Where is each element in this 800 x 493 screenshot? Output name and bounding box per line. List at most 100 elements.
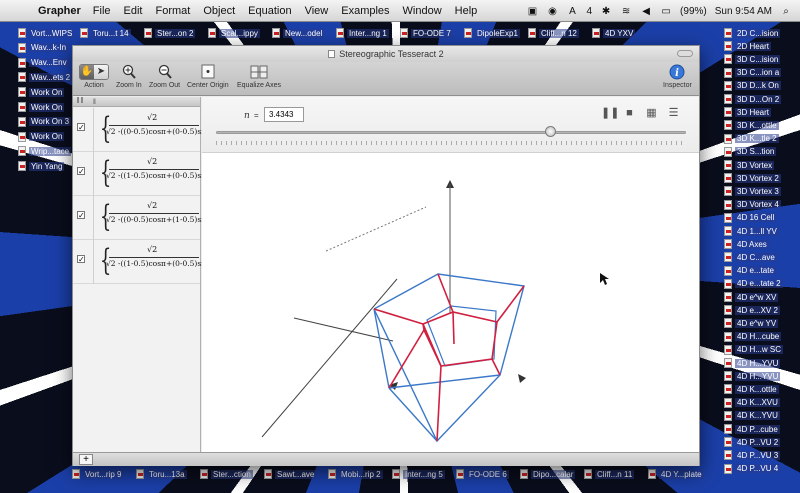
desktop-file-icon[interactable]: 4D Y...plate <box>648 468 704 480</box>
desktop-file-icon[interactable]: 3D C...ion a <box>724 67 782 79</box>
desktop-file-icon[interactable]: Work On <box>18 86 65 98</box>
menu-edit[interactable]: Edit <box>124 5 143 17</box>
menu-examples[interactable]: Examples <box>341 5 389 17</box>
desktop-file-icon[interactable]: 4D P...VU 3 <box>724 449 781 461</box>
desktop-file-icon[interactable]: 4D H...cube <box>724 331 782 343</box>
toolbar-toggle-button[interactable] <box>677 50 693 57</box>
desktop-file-icon[interactable]: 4D e^w YV <box>724 317 779 329</box>
action-control[interactable]: ✋ ➤ Action <box>79 64 109 89</box>
battery-icon[interactable]: ▭ <box>660 6 672 17</box>
desktop-file-icon[interactable]: Dipo...calar <box>520 468 576 480</box>
equation-checkbox[interactable]: ✓ <box>77 167 85 176</box>
column-grip-icon[interactable] <box>77 97 83 103</box>
checklist-icon[interactable]: ☰ <box>667 107 680 120</box>
equation-checkbox[interactable]: ✓ <box>77 123 85 132</box>
desktop-file-icon[interactable]: 4D K...XVU <box>724 397 780 409</box>
menu-view[interactable]: View <box>305 5 329 17</box>
desktop-file-icon[interactable]: 4D H...YVU <box>724 370 781 382</box>
desktop-file-icon[interactable]: 4D e^w XV <box>724 291 779 303</box>
volume-icon[interactable]: ◀ <box>640 6 652 17</box>
animation-value-field[interactable]: 3.4343 <box>264 107 304 122</box>
desktop-file-icon[interactable]: Inter...ng 1 <box>336 27 389 39</box>
desktop-file-icon[interactable]: 4D Axes <box>724 238 769 250</box>
desktop-file-icon[interactable]: Inter...ng 5 <box>392 468 445 480</box>
desktop-file-icon[interactable]: 4D 16 Cell <box>724 212 777 224</box>
desktop-file-icon[interactable]: Vort...WIPS <box>18 27 75 39</box>
desktop-file-icon[interactable]: 4D 1...ll YV <box>724 225 779 237</box>
desktop-file-icon[interactable]: 4D e...tate 2 <box>724 278 783 290</box>
menu-window[interactable]: Window <box>403 5 442 17</box>
film-icon[interactable]: ▦ <box>645 107 658 120</box>
desktop-file-icon[interactable]: Sawt...ave <box>264 468 317 480</box>
desktop-file-icon[interactable]: Wav...Env <box>18 57 69 69</box>
adobe-icon[interactable]: A <box>566 6 578 17</box>
pointer-icon[interactable]: ➤ <box>94 65 108 79</box>
desktop-file-icon[interactable]: 3D Vortex 2 <box>724 172 781 184</box>
graph-area[interactable]: n = 3.4343 ❚❚ ■ ▦ ☰ <box>202 97 699 452</box>
column-resize-icon[interactable]: ‖ <box>93 99 96 106</box>
desktop-file-icon[interactable]: 4D K...YVU <box>724 410 780 422</box>
hand-icon[interactable]: ✋ <box>80 65 94 79</box>
desktop-file-icon[interactable]: 3D D...k On <box>724 80 781 92</box>
equation-row[interactable]: ✓ { √2 √2 -((0-0.5)cosπ+(0-0.5)sinπ) <box>73 108 216 152</box>
inspector-button[interactable]: i Inspector <box>663 64 692 89</box>
spotlight-icon[interactable]: ⌕ <box>780 6 792 17</box>
menu-object[interactable]: Object <box>203 5 235 17</box>
animation-slider-track[interactable] <box>216 131 686 134</box>
desktop-file-icon[interactable]: Mobi...rip 2 <box>328 468 383 480</box>
desktop-file-icon[interactable]: Work On <box>18 101 65 113</box>
equation-row[interactable]: ✓ { √2 √2 -((1-0.5)cosπ+(0-0.5)sinπ) <box>73 152 216 196</box>
camera-icon[interactable]: ▣ <box>526 6 538 17</box>
desktop-file-icon[interactable]: Wav...ets 2 <box>18 71 73 83</box>
desktop-file-icon[interactable]: Cliff...n 12 <box>528 27 579 39</box>
desktop-file-icon[interactable]: FO-ODE 7 <box>400 27 453 39</box>
desktop-file-icon[interactable]: Toru...t 14 <box>80 27 131 39</box>
desktop-file-icon[interactable]: Wav...k-In <box>18 42 69 54</box>
desktop-file-icon[interactable]: 4D e...XV 2 <box>724 304 780 316</box>
wifi-icon[interactable]: ≋ <box>620 6 632 17</box>
desktop-file-icon[interactable]: Scal...ippy <box>208 27 260 39</box>
add-equation-button[interactable]: + <box>79 454 93 465</box>
zoom-in-button[interactable]: Zoom In <box>116 64 142 89</box>
desktop-file-icon[interactable]: 4D P...cube <box>724 423 780 435</box>
menu-app-name[interactable]: Grapher <box>38 5 81 17</box>
desktop-file-icon[interactable]: 4D P...VU 4 <box>724 463 781 475</box>
desktop-file-icon[interactable]: Ster...on 2 <box>144 27 196 39</box>
desktop-file-icon[interactable]: Work On 3 <box>18 116 72 128</box>
desktop-file-icon[interactable]: Toru...13a <box>136 468 187 480</box>
action-segmented[interactable]: ✋ ➤ <box>79 64 109 80</box>
desktop-file-icon[interactable]: Yin Yang <box>18 160 65 172</box>
desktop-file-icon[interactable]: 4D e...tate <box>724 265 776 277</box>
clock[interactable]: Sun 9:54 AM <box>715 6 772 17</box>
desktop-file-icon[interactable]: New...odel <box>272 27 325 39</box>
desktop-file-icon[interactable]: Ster...ction <box>200 468 253 480</box>
desktop-file-icon[interactable]: Work On <box>18 131 65 143</box>
stop-icon[interactable]: ■ <box>623 107 636 120</box>
desktop-file-icon[interactable]: 3D S...tion <box>724 146 777 158</box>
desktop-file-icon[interactable]: DipoleExp1 <box>464 27 520 39</box>
desktop-file-icon[interactable]: 3D Heart <box>724 106 772 118</box>
animation-slider-thumb[interactable] <box>544 126 556 137</box>
zoom-out-button[interactable]: Zoom Out <box>149 64 180 89</box>
equation-checkbox[interactable]: ✓ <box>77 255 85 264</box>
desktop-file-icon[interactable]: FO-ODE 6 <box>456 468 509 480</box>
desktop-file-icon[interactable]: 3D D...On 2 <box>724 93 782 105</box>
tesseract-plot[interactable] <box>202 154 699 452</box>
desktop-file-icon[interactable]: 2D C...ision <box>724 27 781 39</box>
menu-equation[interactable]: Equation <box>248 5 291 17</box>
equation-row[interactable]: ✓ { √2 √2 -((1-0.5)cosπ+(0-0.5)sinπ) <box>73 240 216 284</box>
equation-row[interactable]: ✓ { √2 √2 -((0-0.5)cosπ+(1-0.5)sinπ) <box>73 196 216 240</box>
desktop-file-icon[interactable]: 3D K...ottle <box>724 119 779 131</box>
desktop-file-icon[interactable]: Wrip...tace <box>18 145 72 157</box>
desktop-file-icon[interactable]: 4D C...ave <box>724 251 777 263</box>
desktop-file-icon[interactable]: 3D Vortex <box>724 159 775 171</box>
desktop-file-icon[interactable]: 3D Vortex 3 <box>724 185 781 197</box>
menu-format[interactable]: Format <box>156 5 191 17</box>
desktop-file-icon[interactable]: 3D K...tle 2 <box>724 133 779 145</box>
menu-help[interactable]: Help <box>455 5 478 17</box>
desktop-file-icon[interactable]: 4D YXV <box>592 27 636 39</box>
equation-checkbox[interactable]: ✓ <box>77 211 85 220</box>
bluetooth-icon[interactable]: ✱ <box>600 6 612 17</box>
pause-icon[interactable]: ❚❚ <box>601 107 619 120</box>
center-origin-button[interactable]: Center Origin <box>187 64 229 89</box>
